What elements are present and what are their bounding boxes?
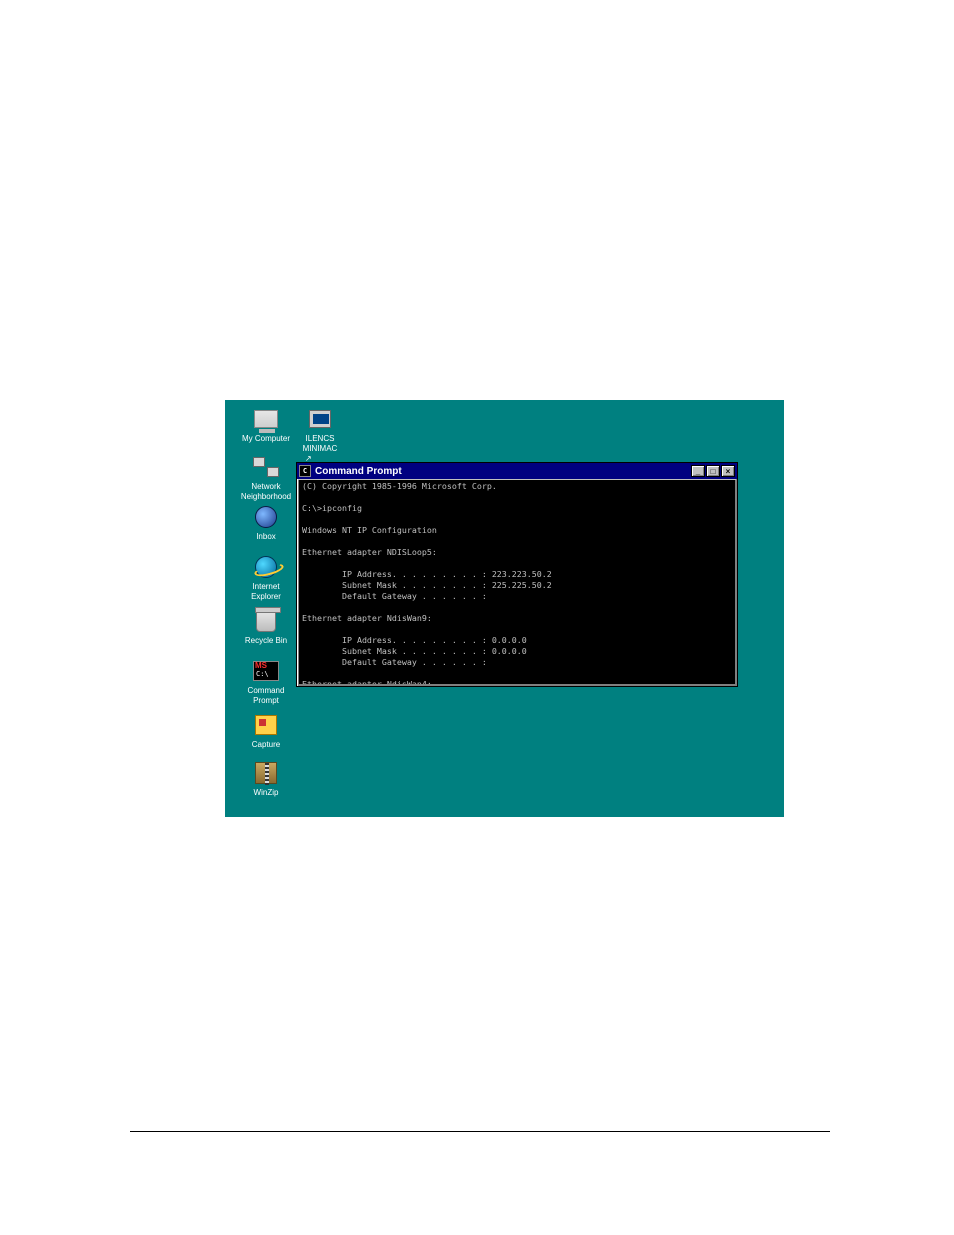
desktop-icon-recycle-bin[interactable]: Recycle Bin [239,608,293,646]
desktop-icon-label: ILENCS MINIMAC [293,434,347,454]
close-button[interactable]: × [721,465,735,477]
command-prompt-icon [253,658,279,684]
desktop[interactable]: My ComputerILENCS MINIMAC Network Neighbo… [225,400,784,817]
console-output[interactable]: (C) Copyright 1985-1996 Microsoft Corp. … [298,480,736,685]
winzip-icon [253,760,279,786]
inbox-icon [253,504,279,530]
desktop-icon-my-computer[interactable]: My Computer [239,406,293,444]
desktop-icon-label: Recycle Bin [239,636,293,646]
desktop-icon-inbox[interactable]: Inbox [239,504,293,542]
cmd-app-icon [299,465,311,477]
horizontal-rule [130,1131,830,1132]
minimize-button[interactable]: _ [691,465,705,477]
desktop-icon-label: Internet Explorer [239,582,293,602]
recycle-bin-icon [253,608,279,634]
desktop-icon-label: Command Prompt [239,686,293,706]
desktop-icon-ilencs-minimac[interactable]: ILENCS MINIMAC [293,406,347,454]
internet-explorer-icon [253,554,279,580]
desktop-icon-network-neighborhood[interactable]: Network Neighborhood [239,454,293,502]
titlebar[interactable]: Command Prompt _ □ × [297,463,737,479]
maximize-button[interactable]: □ [706,465,720,477]
desktop-icon-winzip[interactable]: WinZip [239,760,293,798]
desktop-icon-label: Network Neighborhood [239,482,293,502]
ilencs-minimac-icon [307,406,333,432]
network-neighborhood-icon [253,454,279,480]
desktop-icon-label: My Computer [239,434,293,444]
desktop-icon-label: Inbox [239,532,293,542]
desktop-icon-label: Capture [239,740,293,750]
desktop-icon-capture[interactable]: Capture [239,712,293,750]
desktop-icon-command-prompt[interactable]: Command Prompt [239,658,293,706]
desktop-icon-label: WinZip [239,788,293,798]
my-computer-icon [253,406,279,432]
capture-icon [253,712,279,738]
command-prompt-window[interactable]: Command Prompt _ □ × (C) Copyright 1985-… [296,462,738,687]
window-title: Command Prompt [315,466,691,477]
desktop-icon-internet-explorer[interactable]: Internet Explorer [239,554,293,602]
